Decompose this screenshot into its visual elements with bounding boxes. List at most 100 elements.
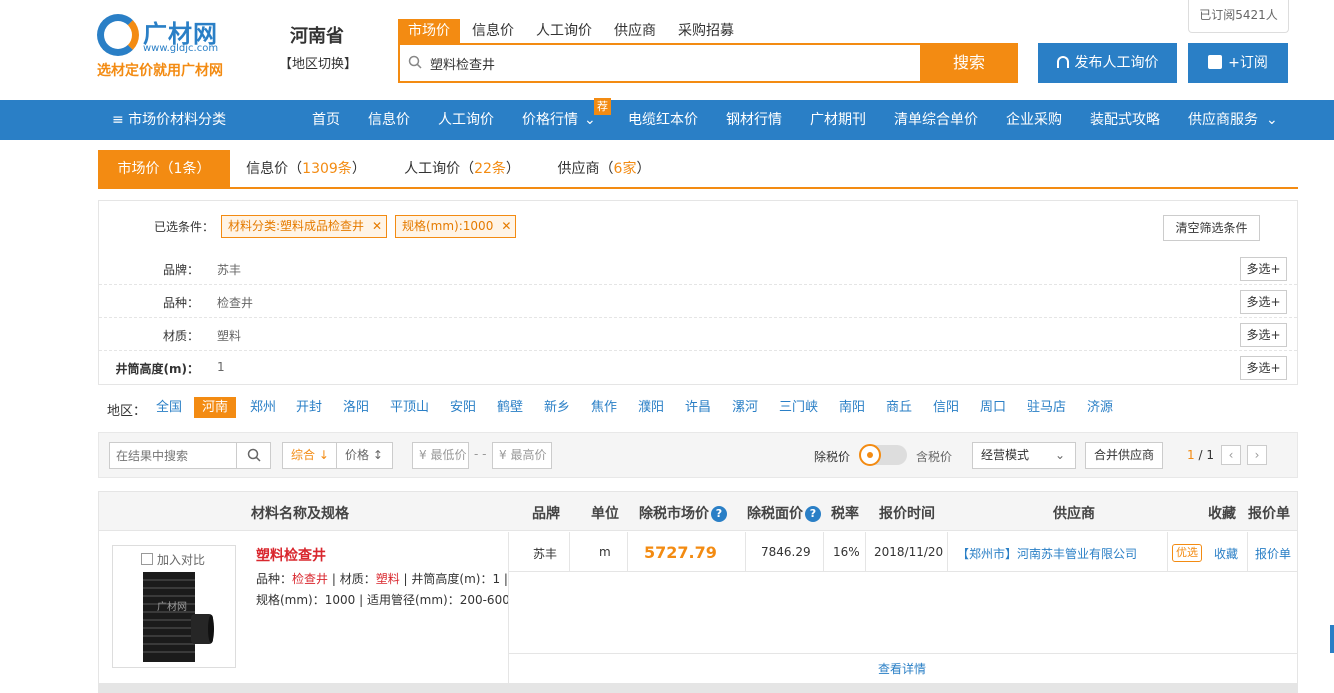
- result-search-button[interactable]: [236, 443, 270, 468]
- result-search-input[interactable]: [110, 443, 236, 468]
- search-tab-supplier[interactable]: 供应商: [604, 19, 666, 44]
- business-mode-select[interactable]: 经营模式 ⌄: [972, 442, 1076, 469]
- current-province: 河南省: [290, 26, 344, 47]
- tab-label: 信息价（: [246, 161, 303, 177]
- region-item[interactable]: 信阳: [925, 397, 967, 418]
- search-icon: [408, 55, 422, 69]
- column-divider: [1247, 532, 1248, 572]
- region-item[interactable]: 驻马店: [1019, 397, 1074, 418]
- max-price-input[interactable]: ¥ 最高价: [492, 442, 552, 469]
- search-tab-manual-inquiry[interactable]: 人工询价: [526, 19, 602, 44]
- collect-link[interactable]: 收藏: [1214, 545, 1238, 562]
- sort-comprehensive[interactable]: 综合 ↓: [282, 442, 337, 469]
- search-button[interactable]: 搜索: [920, 43, 1018, 83]
- col-header: 供应商: [1053, 506, 1095, 522]
- view-detail-link[interactable]: 查看详情: [878, 660, 926, 677]
- region-item[interactable]: 济源: [1079, 397, 1121, 418]
- filter-chip-category[interactable]: 材料分类:塑料成品检查井 ✕: [221, 215, 388, 238]
- tab-count: 1条: [173, 161, 197, 177]
- multi-select-button[interactable]: 多选+: [1240, 356, 1287, 380]
- nav-price-trend[interactable]: 价格行情 ⌄: [522, 100, 596, 140]
- region-item[interactable]: 濮阳: [630, 397, 672, 418]
- region-item[interactable]: 焦作: [583, 397, 625, 418]
- tax-toggle[interactable]: [859, 444, 907, 466]
- product-name-link[interactable]: 塑料检查井: [256, 545, 326, 565]
- site-logo[interactable]: 广材网 www.gldjc.com 选材定价就用广材网: [97, 12, 237, 82]
- filter-value-variety[interactable]: 检查井: [217, 294, 253, 311]
- nav-supplier-service[interactable]: 供应商服务 ⌄: [1188, 100, 1278, 140]
- search-tab-procurement[interactable]: 采购招募: [668, 19, 744, 44]
- col-header: 收藏: [1208, 506, 1236, 522]
- filter-value-brand[interactable]: 苏丰: [217, 261, 241, 278]
- multi-select-button[interactable]: 多选+: [1240, 290, 1287, 314]
- region-item[interactable]: 郑州: [242, 397, 284, 418]
- next-page-button[interactable]: ›: [1247, 445, 1267, 465]
- region-item[interactable]: 商丘: [878, 397, 920, 418]
- filter-chip-spec[interactable]: 规格(mm):1000 ✕: [395, 215, 517, 238]
- close-icon[interactable]: ✕: [501, 216, 511, 237]
- cell-unit: m: [599, 545, 611, 559]
- search-tab-info-price[interactable]: 信息价: [462, 19, 524, 44]
- merge-supplier-button[interactable]: 合并供应商: [1085, 442, 1163, 469]
- filter-label: 品种：: [162, 296, 199, 310]
- product-image[interactable]: 加入对比 广材网: [112, 545, 236, 668]
- nav-home[interactable]: 首页: [312, 100, 340, 140]
- cell-brand: 苏丰: [533, 547, 558, 561]
- region-switch-link[interactable]: 【地区切换】: [279, 53, 357, 72]
- filter-value-material[interactable]: 塑料: [217, 327, 241, 344]
- quote-link[interactable]: 报价单: [1255, 545, 1291, 562]
- nav-info-price[interactable]: 信息价: [368, 100, 410, 140]
- close-icon[interactable]: ✕: [372, 216, 382, 237]
- sort-price[interactable]: 价格 ↕: [336, 442, 393, 469]
- region-item[interactable]: 周口: [972, 397, 1014, 418]
- help-icon[interactable]: ?: [711, 506, 727, 522]
- cell-supplier-link[interactable]: 【郑州市】河南苏丰管业有限公司: [957, 545, 1137, 562]
- min-price-input[interactable]: ¥ 最低价: [412, 442, 469, 469]
- add-compare-checkbox[interactable]: 加入对比: [141, 551, 205, 568]
- col-header: 除税面价: [747, 506, 803, 522]
- multi-select-button[interactable]: 多选+: [1240, 323, 1287, 347]
- result-tab-info-price[interactable]: 信息价（1309条）: [238, 150, 374, 188]
- search-tab-market-price[interactable]: 市场价: [398, 19, 460, 44]
- nav-journal[interactable]: 广材期刊: [810, 100, 866, 140]
- region-item[interactable]: 新乡: [536, 397, 578, 418]
- region-item[interactable]: 漯河: [724, 397, 766, 418]
- result-tab-manual-inquiry[interactable]: 人工询价（22条）: [394, 150, 530, 188]
- tab-suffix: ）: [505, 161, 520, 177]
- region-item[interactable]: 全国: [148, 397, 190, 418]
- nav-manual-inquiry[interactable]: 人工询价: [438, 100, 494, 140]
- multi-select-button[interactable]: 多选+: [1240, 257, 1287, 281]
- clear-filters-button[interactable]: 清空筛选条件: [1163, 215, 1260, 241]
- subscribe-button[interactable]: +订阅: [1188, 43, 1288, 83]
- region-item[interactable]: 平顶山: [382, 397, 437, 418]
- region-item[interactable]: 开封: [288, 397, 330, 418]
- region-item[interactable]: 三门峡: [771, 397, 826, 418]
- region-item[interactable]: 安阳: [442, 397, 484, 418]
- side-floating-tab[interactable]: [1330, 625, 1334, 653]
- nav-prefab-guide[interactable]: 装配式攻略: [1090, 100, 1160, 140]
- search-input[interactable]: [430, 45, 920, 81]
- region-item[interactable]: 鹤壁: [489, 397, 531, 418]
- headset-icon: [1056, 56, 1069, 68]
- nav-cable-price[interactable]: 电缆红本价: [628, 100, 698, 140]
- result-tab-supplier[interactable]: 供应商（6家）: [548, 150, 660, 188]
- region-item[interactable]: 许昌: [677, 397, 719, 418]
- col-header: 报价单: [1248, 506, 1290, 522]
- region-item[interactable]: 南阳: [831, 397, 873, 418]
- nav-unit-price[interactable]: 清单综合单价: [894, 100, 978, 140]
- rss-icon: [1208, 55, 1223, 69]
- publish-inquiry-button[interactable]: 发布人工询价: [1038, 43, 1177, 83]
- filter-label: 材质：: [162, 329, 199, 343]
- help-icon[interactable]: ?: [805, 506, 821, 522]
- region-item[interactable]: 洛阳: [335, 397, 377, 418]
- cell-tax-rate: 16%: [833, 545, 860, 559]
- filter-value-height[interactable]: 1: [217, 360, 225, 374]
- tab-label: 人工询价（: [404, 161, 475, 177]
- region-item-active[interactable]: 河南: [194, 397, 237, 418]
- nav-material-category[interactable]: ≡ 市场价材料分类: [112, 100, 226, 140]
- prev-page-button[interactable]: ‹: [1221, 445, 1241, 465]
- nav-steel-trend[interactable]: 钢材行情: [726, 100, 782, 140]
- nav-enterprise-purchase[interactable]: 企业采购: [1006, 100, 1062, 140]
- result-tab-market-price[interactable]: 市场价（1条）: [98, 150, 230, 188]
- nav-price-trend-label: 价格行情: [522, 112, 578, 128]
